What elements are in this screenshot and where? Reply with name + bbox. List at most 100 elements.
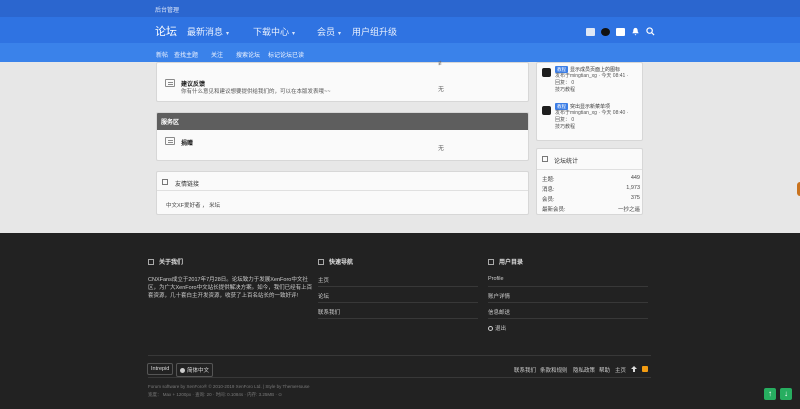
link-block-icon — [162, 179, 168, 185]
footer-bottom-contact[interactable]: 联系我们 — [514, 366, 536, 374]
nav-downloads[interactable]: 下载中心 ▾ — [253, 25, 295, 38]
footer-bottom-terms[interactable]: 条款和规则 — [540, 366, 568, 374]
divider — [488, 286, 648, 287]
stats-icon — [542, 156, 548, 162]
stat-label: 最新会员: — [542, 207, 566, 213]
thread-replies: 回复： 0 — [555, 117, 575, 123]
chevron-down-icon: ▾ — [338, 31, 342, 37]
stat-value[interactable]: 一抄之遥 — [618, 205, 640, 213]
info-icon — [148, 259, 154, 266]
globe-icon — [180, 368, 185, 374]
top-bar: 后台管理 — [0, 0, 800, 17]
language-chooser-button[interactable]: 简体中文 — [176, 363, 214, 377]
stat-value: 1,973 — [626, 185, 640, 191]
category-service-block: 服务区 捐赠 无 — [156, 112, 529, 161]
latest-threads-block: 教程 显示成员页面上的图标 发布于mingtian_xg · 今天 08:41 ·… — [536, 62, 643, 141]
nav-user-icons — [586, 27, 655, 36]
divider — [537, 169, 642, 170]
stat-label: 主题: — [542, 177, 555, 183]
node-stat-donate: 无 — [438, 146, 445, 152]
node-title-donate[interactable]: 捐赠 — [181, 138, 193, 147]
nav-upgrade[interactable]: 用户组升级 — [352, 25, 397, 38]
node-desc-suggest: 你有什么意见和建议想要提供给我们的，可以在本版发表哦~~ — [181, 89, 331, 95]
subnav-find-threads[interactable]: 查找主题 — [174, 50, 198, 59]
footer-about-text-2: 区，为广大XenForo中文站长提供解决方案。如今，我们已经有上百 — [148, 285, 313, 291]
stat-value: 449 — [630, 175, 640, 181]
stats-title: 论坛统计 — [554, 159, 579, 165]
mail-icon[interactable] — [616, 27, 625, 36]
footer-about-text-3: 套资源，几十套白主开发资源，收获了上百名站长的一致好评! — [148, 293, 299, 299]
thread-forum[interactable]: 技巧教程 — [555, 124, 575, 131]
thread-replies: 回复： 0 — [555, 80, 575, 86]
arrow-up-icon[interactable] — [631, 366, 637, 372]
stat-row-newest: 最新会员: 一抄之遥 — [542, 205, 640, 213]
subnav-new-posts[interactable]: 新帖 — [156, 50, 168, 59]
sub-nav: 新帖 查找主题 关注 搜索论坛 标记论坛已读 — [0, 43, 800, 62]
stat-row-threads: 主题: 449 — [542, 175, 640, 183]
thread-meta: 发布于mingtian_xg · 今天 08:41 · — [555, 73, 629, 79]
logout-label: 退出 — [495, 326, 507, 332]
footer-user-heading: 用户目录 — [488, 257, 523, 266]
footer-quicknav-title: 快速导航 — [329, 260, 354, 266]
calendar-icon[interactable] — [586, 27, 595, 36]
footer-link-logout[interactable]: 退出 — [488, 324, 506, 332]
footer-bottom-home[interactable]: 主页 — [615, 366, 626, 374]
avatar[interactable] — [542, 106, 551, 115]
scroll-bottom-button[interactable]: ↓ — [780, 388, 792, 400]
avatar[interactable] — [601, 27, 610, 36]
forum-icon — [165, 137, 175, 145]
rss-icon[interactable] — [642, 366, 648, 372]
subnav-watched[interactable]: 关注 — [211, 50, 223, 59]
stat-label: 消息: — [542, 187, 555, 193]
forum-icon — [165, 79, 175, 87]
footer-link-home[interactable]: 主页 — [318, 276, 329, 284]
divider — [148, 355, 651, 356]
divider — [318, 302, 478, 303]
thread-forum[interactable]: 技巧教程 — [555, 87, 575, 94]
prefix-badge: 教程 — [555, 66, 568, 73]
style-chooser-button[interactable]: Intrepid — [147, 363, 174, 375]
category-header[interactable]: 服务区 — [157, 113, 528, 130]
stat-row-messages: 消息: 1,973 — [542, 185, 640, 193]
search-icon[interactable] — [646, 27, 655, 36]
footer-link-forums[interactable]: 论坛 — [318, 292, 329, 300]
divider — [157, 190, 528, 191]
friend-links-list[interactable]: 中文XF爱好者 ， 米坛 — [166, 201, 220, 209]
nav-downloads-label: 下载中心 — [253, 27, 290, 37]
node-stat-suggest: 无 — [438, 87, 445, 93]
stat-row-members: 会员: 375 — [542, 195, 640, 203]
power-icon — [488, 326, 493, 332]
subnav-mark-read[interactable]: 标记论坛已读 — [268, 50, 304, 59]
divider — [318, 318, 478, 319]
compass-icon — [318, 259, 324, 266]
main-nav: 论坛 最新消息 ▾ 下载中心 ▾ 会员 ▾ 用户组升级 — [0, 17, 800, 43]
footer-link-profile[interactable]: Profile — [488, 276, 504, 282]
divider — [488, 302, 648, 303]
admin-link[interactable]: 后台管理 — [155, 5, 179, 14]
copyright-text: Forum software by XenForo® © 2010-2019 X… — [148, 384, 310, 389]
footer-about-heading: 关于我们 — [148, 257, 183, 266]
bell-icon[interactable] — [631, 27, 640, 36]
footer-bottom-privacy[interactable]: 隐私政策 — [573, 366, 595, 374]
scroll-top-button[interactable]: ↑ — [764, 388, 776, 400]
footer-about-text-1: CNXFans成立于2017年7月28日。论坛致力于发展XenForo中文社 — [148, 277, 308, 283]
nav-whats-new-label: 最新消息 — [187, 27, 224, 37]
divider — [148, 377, 651, 378]
chevron-down-icon: ▾ — [292, 31, 296, 37]
subnav-search-forums[interactable]: 搜索论坛 — [236, 50, 260, 59]
nav-forum[interactable]: 论坛 — [155, 23, 177, 39]
friend-links-title: 友情链接 — [175, 182, 200, 188]
friend-links-block: 友情链接 中文XF爱好者 ， 米坛 — [156, 171, 529, 215]
avatar[interactable] — [542, 68, 551, 77]
thread-meta: 发布于mingtian_xg · 今天 08:40 · — [555, 110, 629, 116]
footer: 关于我们 CNXFans成立于2017年7月28日。论坛致力于发展XenForo… — [0, 233, 800, 409]
chevron-down-icon: ▾ — [226, 31, 230, 37]
debug-info: 宽度： Max + 1200px · 查询: 20 · 时间: 0.1084s … — [148, 392, 282, 397]
footer-bottom-help[interactable]: 帮助 — [599, 366, 610, 374]
nav-whats-new[interactable]: 最新消息 ▾ — [187, 25, 229, 38]
nav-members[interactable]: 会员 ▾ — [317, 25, 341, 38]
footer-link-account[interactable]: 账户详情 — [488, 292, 510, 300]
language-label: 简体中文 — [187, 368, 210, 374]
footer-link-conversations[interactable]: 信息邮送 — [488, 308, 510, 316]
footer-link-contact[interactable]: 联系我们 — [318, 308, 340, 316]
